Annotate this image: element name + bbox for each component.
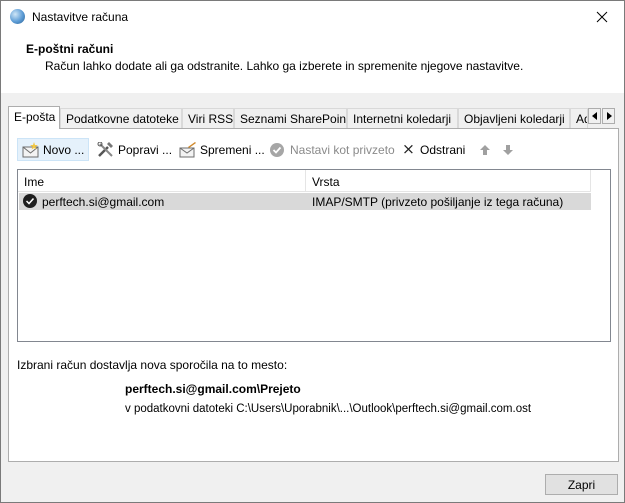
delivery-label: Izbrani račun dostavlja nova sporočila n… bbox=[17, 358, 288, 372]
close-button[interactable]: Zapri bbox=[545, 474, 618, 495]
tab-internetni-koledarji[interactable]: Internetni koledarji bbox=[347, 108, 458, 128]
outlook-globe-icon bbox=[10, 9, 25, 24]
new-account-button[interactable]: Novo ... bbox=[17, 138, 90, 161]
close-window-button[interactable] bbox=[580, 1, 624, 32]
tab-seznami-sharepoint[interactable]: Seznami SharePoint bbox=[234, 108, 347, 128]
arrow-right-icon bbox=[606, 112, 612, 120]
column-divider[interactable] bbox=[590, 170, 591, 192]
window-title: Nastavitve računa bbox=[32, 10, 129, 24]
tab-e-posta[interactable]: E-pošta bbox=[8, 106, 60, 129]
header-title: E-poštni računi bbox=[26, 42, 114, 56]
arrow-left-icon bbox=[591, 112, 597, 120]
dialog-header: E-poštni računi Račun lahko dodate ali g… bbox=[1, 32, 624, 93]
remove-account-button[interactable]: Odstrani bbox=[399, 138, 469, 161]
title-bar: Nastavitve računa bbox=[1, 1, 624, 32]
accounts-toolbar: Novo ... Popravi ... Spremeni ... Nastav… bbox=[17, 138, 612, 162]
new-account-label: Novo ... bbox=[43, 142, 85, 157]
tab-scroll-left-button[interactable] bbox=[588, 108, 601, 124]
repair-tools-icon bbox=[97, 141, 113, 157]
set-default-button[interactable]: Nastavi kot privzeto bbox=[265, 138, 399, 161]
tab-viri-rss[interactable]: Viri RSS bbox=[182, 108, 234, 128]
account-name: perftech.si@gmail.com bbox=[42, 195, 165, 209]
new-mail-icon bbox=[22, 141, 39, 157]
arrow-down-icon bbox=[503, 144, 513, 155]
delivery-folder: perftech.si@gmail.com\Prejeto bbox=[125, 382, 301, 396]
column-header-type[interactable]: Vrsta bbox=[306, 170, 591, 192]
accounts-list[interactable]: Ime Vrsta perftech.si@gmail.com IMAP/SMT… bbox=[17, 169, 611, 342]
table-row[interactable]: perftech.si@gmail.com IMAP/SMTP (privzet… bbox=[19, 193, 591, 210]
tab-strip: E-pošta Podatkovne datoteke Viri RSS Sez… bbox=[8, 106, 618, 129]
delivery-data-file-path: v podatkovni datoteki C:\Users\Uporabnik… bbox=[125, 403, 532, 415]
tab-podatkovne-datoteke[interactable]: Podatkovne datoteke bbox=[60, 108, 182, 128]
check-circle-icon bbox=[270, 142, 284, 157]
account-type: IMAP/SMTP (privzeto pošiljanje iz tega r… bbox=[312, 195, 564, 209]
change-account-label: Spremeni ... bbox=[200, 142, 265, 157]
move-down-button[interactable] bbox=[498, 138, 518, 161]
change-account-button[interactable]: Spremeni ... bbox=[175, 138, 269, 161]
header-subtitle: Račun lahko dodate ali ga odstranite. La… bbox=[45, 59, 524, 73]
tab-objavljeni-koledarji[interactable]: Objavljeni koledarji bbox=[458, 108, 570, 128]
remove-x-icon bbox=[404, 144, 413, 154]
repair-account-button[interactable]: Popravi ... bbox=[93, 138, 176, 161]
default-account-check-icon bbox=[23, 194, 37, 208]
tab-scroll-right-button[interactable] bbox=[602, 108, 615, 124]
move-up-button[interactable] bbox=[475, 138, 495, 161]
tab-address-books[interactable]: Ad bbox=[570, 108, 588, 128]
repair-account-label: Popravi ... bbox=[118, 142, 173, 157]
remove-account-label: Odstrani bbox=[420, 142, 466, 157]
change-settings-icon bbox=[179, 141, 196, 157]
set-default-label: Nastavi kot privzeto bbox=[290, 142, 395, 157]
close-icon bbox=[596, 11, 608, 22]
arrow-up-icon bbox=[480, 144, 490, 155]
column-header-name[interactable]: Ime bbox=[18, 170, 306, 192]
list-header: Ime Vrsta bbox=[18, 170, 591, 192]
account-settings-window: Nastavitve računa E-poštni računi Račun … bbox=[0, 0, 625, 503]
